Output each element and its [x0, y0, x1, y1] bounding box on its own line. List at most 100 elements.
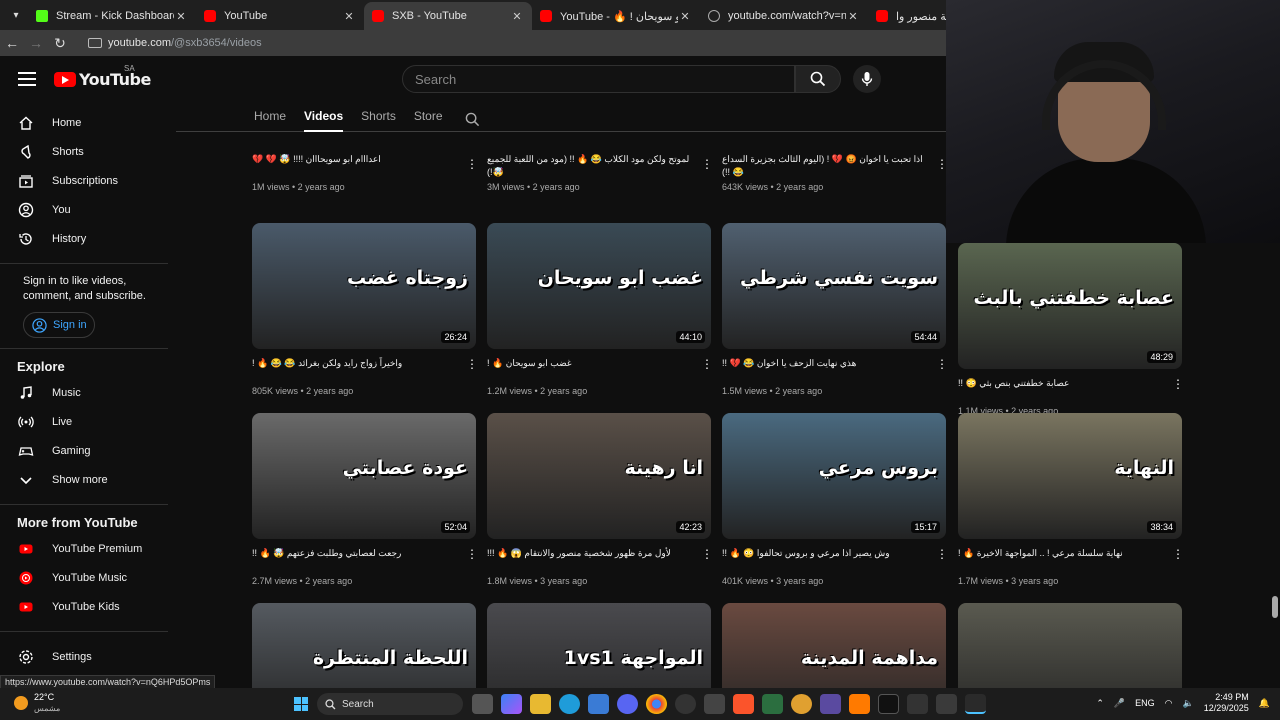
- video-card[interactable]: 💔 💔 🤯 !!!! اعدااام ابو سويحااان 1M views …: [252, 153, 478, 192]
- more-options-icon[interactable]: ⋮: [466, 547, 478, 561]
- app-icon[interactable]: [791, 694, 812, 714]
- discord-icon[interactable]: [617, 694, 638, 714]
- weather-widget[interactable]: 22°C مشمس: [14, 692, 60, 714]
- video-title[interactable]: 💔 💔 🤯 !!!! اعدااام ابو سويحااان: [252, 153, 476, 179]
- edge-icon[interactable]: [559, 694, 580, 714]
- video-card[interactable]: اللحظة المنتظرة: [252, 603, 476, 688]
- url-field[interactable]: youtube.com/@sxb3654/videos: [108, 37, 262, 49]
- video-thumbnail[interactable]: زوجتاه غضب 26:24: [252, 223, 476, 349]
- store-icon[interactable]: [588, 694, 609, 714]
- chevron-up-icon[interactable]: ⌃: [1096, 698, 1104, 709]
- browser-tab[interactable]: YouTube - 🔥 ! غضب ابو سويحان✕: [532, 2, 700, 30]
- video-thumbnail[interactable]: [958, 603, 1182, 688]
- windows-start-icon[interactable]: [294, 697, 308, 711]
- app-icon[interactable]: [704, 694, 725, 714]
- video-card[interactable]: غضب ابو سويحان 44:10 ! 🔥 غضب ابو سويحان 1.2…: [487, 223, 713, 396]
- video-title[interactable]: اذا تحبت يا اخوان 😡 💔 ! (اليوم الثالث بج…: [722, 153, 946, 179]
- clock[interactable]: 2:49 PM 12/29/2025: [1204, 692, 1249, 714]
- app-icon[interactable]: [936, 694, 957, 714]
- video-title[interactable]: !! 💔 😂 هذي نهايت الزحف يا اخوان: [722, 357, 946, 383]
- browser-tab[interactable]: SXB - YouTube ✕: [364, 2, 532, 30]
- brave-icon[interactable]: [733, 694, 754, 714]
- browser-tab[interactable]: youtube.com/watch?v=nQ6HP✕: [700, 2, 868, 30]
- close-icon[interactable]: ✕: [846, 10, 860, 23]
- video-card[interactable]: لموتح ولكن مود الكلاب 😂 🔥 !! (مود من الل…: [487, 153, 713, 192]
- signin-button[interactable]: Sign in: [23, 312, 95, 338]
- app-icon[interactable]: [762, 694, 783, 714]
- video-thumbnail[interactable]: انا رهينة 42:23: [487, 413, 711, 539]
- wifi-icon[interactable]: ◠: [1165, 698, 1173, 709]
- more-options-icon[interactable]: ⋮: [936, 547, 948, 561]
- browser-tab[interactable]: YouTube ✕: [196, 2, 364, 30]
- video-title[interactable]: ! 🔥 نهاية سلسلة مرعي ! .. المواجهة الاخي…: [958, 547, 1182, 573]
- video-thumbnail[interactable]: غضب ابو سويحان 44:10: [487, 223, 711, 349]
- taskbar-search[interactable]: Search: [317, 693, 463, 715]
- video-title[interactable]: !! 🔥 🤯 رجعت لعصابتي وطلبت فزعتهم: [252, 547, 476, 573]
- video-card[interactable]: عصابة خطفتني بالبث 48:29 !! 😳 عصابة خطفتني…: [958, 243, 1184, 416]
- video-card[interactable]: [958, 603, 1182, 688]
- more-options-icon[interactable]: ⋮: [1172, 377, 1184, 391]
- more-options-icon[interactable]: ⋮: [466, 157, 478, 171]
- file-explorer-icon[interactable]: [530, 694, 551, 714]
- video-card[interactable]: سويت نفسي شرطي 54:44 !! 💔 😂 هذي نهايت الزح…: [722, 223, 948, 396]
- more-options-icon[interactable]: ⋮: [701, 157, 713, 171]
- volume-icon[interactable]: 🔈: [1183, 698, 1194, 709]
- video-card[interactable]: اذا تحبت يا اخوان 😡 💔 ! (اليوم الثالث بج…: [722, 153, 948, 192]
- video-thumbnail[interactable]: مداهمة المدينة: [722, 603, 946, 688]
- sidebar-item-gaming[interactable]: Gaming: [0, 436, 176, 465]
- sidebar-item-history[interactable]: History: [0, 224, 176, 253]
- sidebar-item-live[interactable]: Live: [0, 407, 176, 436]
- obs-icon[interactable]: [675, 694, 696, 714]
- reload-icon[interactable]: ↻: [48, 35, 72, 52]
- tab-search-button[interactable]: ▾: [4, 4, 28, 26]
- video-title[interactable]: ! 🔥 😂 😂 واخيراً زواج رايد ولكن بغرائد: [252, 357, 476, 383]
- video-thumbnail[interactable]: عودة عصابتي 52:04: [252, 413, 476, 539]
- tiktok-icon[interactable]: [878, 694, 899, 714]
- copilot-icon[interactable]: [501, 694, 522, 714]
- video-title[interactable]: !! 😳 عصابة خطفتني بنص بثي: [958, 377, 1182, 403]
- video-card[interactable]: المواجهة 1vs1: [487, 603, 711, 688]
- video-title[interactable]: لموتح ولكن مود الكلاب 😂 🔥 !! (مود من الل…: [487, 153, 711, 179]
- video-card[interactable]: مداهمة المدينة: [722, 603, 946, 688]
- search-button[interactable]: [795, 65, 841, 93]
- site-info-icon[interactable]: [88, 38, 102, 48]
- video-thumbnail[interactable]: النهاية 38:34: [958, 413, 1182, 539]
- sidebar-item-youtube-kids[interactable]: YouTube Kids: [0, 592, 176, 621]
- video-title[interactable]: !!! 🔥 😱 لأول مرة ظهور شخصية منصور والانت…: [487, 547, 711, 573]
- more-options-icon[interactable]: ⋮: [936, 157, 948, 171]
- youtube-logo[interactable]: YouTube SA: [54, 64, 151, 89]
- back-icon[interactable]: ←: [0, 35, 24, 51]
- video-title[interactable]: !! 🔥 😳 وش يصير اذا مرعي و بروس تحالفوا: [722, 547, 946, 573]
- video-thumbnail[interactable]: عصابة خطفتني بالبث 48:29: [958, 243, 1182, 369]
- tab-store[interactable]: Store: [414, 102, 443, 132]
- close-icon[interactable]: ✕: [342, 10, 356, 23]
- voice-search-button[interactable]: [853, 65, 881, 93]
- video-card[interactable]: بروس مرعي 15:17 !! 🔥 😳 وش يصير اذا مرعي و …: [722, 413, 948, 586]
- video-title[interactable]: ! 🔥 غضب ابو سويحان: [487, 357, 711, 383]
- more-options-icon[interactable]: ⋮: [1172, 547, 1184, 561]
- tab-shorts[interactable]: Shorts: [361, 102, 396, 132]
- video-thumbnail[interactable]: المواجهة 1vs1: [487, 603, 711, 688]
- notification-icon[interactable]: 🔔: [1259, 698, 1270, 709]
- app-icon[interactable]: [820, 694, 841, 714]
- more-options-icon[interactable]: ⋮: [701, 547, 713, 561]
- forward-icon[interactable]: →: [24, 35, 48, 51]
- mic-tray-icon[interactable]: 🎤: [1114, 698, 1125, 709]
- tab-videos[interactable]: Videos: [304, 102, 344, 132]
- chrome-icon[interactable]: [646, 694, 667, 714]
- sidebar-item-youtube-music[interactable]: YouTube Music: [0, 563, 176, 592]
- video-card[interactable]: النهاية 38:34 ! 🔥 نهاية سلسلة مرعي ! .. ال…: [958, 413, 1184, 586]
- sidebar-item-show-more[interactable]: Show more: [0, 465, 176, 494]
- tab-home[interactable]: Home: [254, 102, 286, 132]
- sidebar-item-music[interactable]: Music: [0, 378, 176, 407]
- video-thumbnail[interactable]: بروس مرعي 15:17: [722, 413, 946, 539]
- sidebar-item-shorts[interactable]: Shorts: [0, 137, 176, 166]
- menu-icon[interactable]: [18, 72, 36, 86]
- more-options-icon[interactable]: ⋮: [936, 357, 948, 371]
- video-card[interactable]: زوجتاه غضب 26:24 ! 🔥 😂 😂 واخيراً زواج رايد…: [252, 223, 478, 396]
- app-icon[interactable]: [849, 694, 870, 714]
- more-options-icon[interactable]: ⋮: [701, 357, 713, 371]
- sidebar-item-youtube-premium[interactable]: YouTube Premium: [0, 534, 176, 563]
- search-input[interactable]: Search: [402, 65, 795, 93]
- video-card[interactable]: عودة عصابتي 52:04 !! 🔥 🤯 رجعت لعصابتي وطلب…: [252, 413, 478, 586]
